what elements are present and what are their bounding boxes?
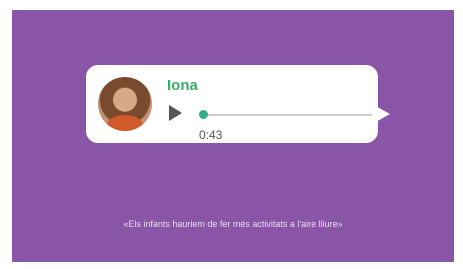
audio-duration: 0:43	[199, 128, 223, 142]
voice-message-bubble: Iona 0:43	[86, 65, 378, 143]
avatar	[98, 77, 152, 131]
audio-progress-knob[interactable]	[199, 110, 208, 119]
subtitle-caption: «Els infants hauriem de fer més activita…	[123, 219, 343, 229]
bubble-tail	[372, 104, 390, 124]
avatar-shirt	[106, 115, 144, 131]
play-icon[interactable]	[169, 105, 182, 121]
audio-progress-track[interactable]	[204, 114, 374, 116]
sender-name: Iona	[167, 77, 198, 94]
